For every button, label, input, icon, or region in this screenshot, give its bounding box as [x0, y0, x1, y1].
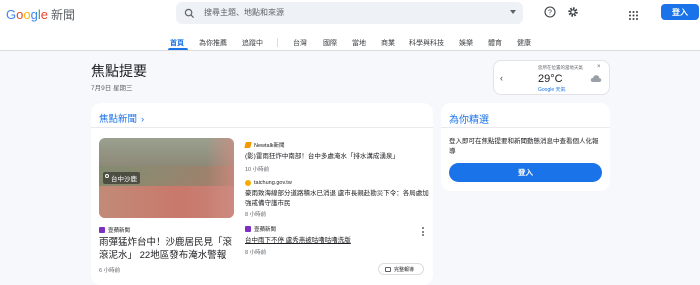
article-time: 8 小時前: [245, 212, 267, 218]
article-source: 壹蘋新聞: [245, 225, 276, 233]
logo-letter: g: [30, 6, 38, 22]
tab-sports[interactable]: 體育: [488, 38, 502, 48]
article-title[interactable]: (影)雷雨狂炸中南部！台中多處淹水「排水溝成湧泉」: [245, 152, 430, 162]
image-location-text: 台中沙鹿: [111, 176, 137, 183]
article-source-name: Newtalk新聞: [254, 143, 285, 149]
apps-grid-icon[interactable]: [629, 7, 638, 25]
tab-following[interactable]: 追蹤中: [242, 38, 263, 48]
help-icon[interactable]: ?: [544, 5, 556, 23]
tab-for-you[interactable]: 為你推薦: [199, 38, 227, 48]
tab-scitech[interactable]: 科學與科技: [409, 38, 444, 48]
picks-description: 登入即可在焦點提要和新聞動態消息中查看個人化報導: [449, 138, 599, 155]
image-location-tag: 台中沙鹿: [103, 172, 140, 184]
full-coverage-button[interactable]: 完整報導: [378, 263, 424, 275]
card-divider: [441, 127, 610, 128]
page-title: 焦點提要: [91, 63, 147, 79]
article-source-name: taichung.gov.tw: [254, 180, 292, 186]
top-stories-title: 焦點新聞: [99, 114, 138, 125]
picks-for-you-card: 為你精選 登入即可在焦點提要和新聞動態消息中查看個人化報導 登入: [441, 103, 610, 191]
search-placeholder: 搜尋主題、地點和來源: [204, 8, 284, 17]
chevron-down-icon[interactable]: [510, 10, 516, 14]
hero-image[interactable]: 台中沙鹿: [99, 138, 234, 218]
weather-temperature: 29°C: [538, 73, 563, 85]
nextapple-logo-icon: [245, 226, 251, 232]
cloud-icon: [590, 70, 602, 88]
tab-entertainment[interactable]: 娛樂: [459, 38, 473, 48]
taichung-gov-logo-icon: [245, 180, 251, 186]
chevron-right-icon: ›: [141, 114, 145, 125]
article-source-name: 壹蘋新聞: [254, 227, 277, 233]
hero-time: 6 小時前: [99, 268, 121, 274]
logo-letter: o: [16, 6, 24, 22]
newtalk-logo-icon: [244, 142, 252, 148]
hero-source-name: 壹蘋新聞: [108, 228, 131, 234]
svg-text:?: ?: [548, 10, 552, 17]
signin-button[interactable]: 登入: [661, 4, 699, 20]
tab-business[interactable]: 商業: [381, 38, 395, 48]
chevron-left-icon[interactable]: ‹: [500, 73, 503, 83]
picks-signin-button[interactable]: 登入: [449, 163, 602, 182]
tab-taiwan[interactable]: 台灣: [293, 38, 307, 48]
map-pin-icon: [105, 174, 109, 178]
tab-health[interactable]: 健康: [517, 38, 531, 48]
search-input[interactable]: 搜尋主題、地點和來源: [176, 2, 523, 24]
logo-letter: o: [23, 6, 31, 22]
gear-icon[interactable]: [567, 5, 579, 23]
weather-widget[interactable]: ‹ 您所在位置的當地天氣 29°C Google 天氣 ×: [493, 60, 610, 95]
tab-world[interactable]: 國際: [323, 38, 337, 48]
nextapple-logo-icon: [99, 227, 105, 233]
page-date: 7月9日 星期三: [91, 85, 133, 92]
article-source: Newtalk新聞: [244, 141, 285, 149]
top-stories-heading[interactable]: 焦點新聞 ›: [99, 111, 144, 125]
image-edge: [206, 138, 234, 218]
close-icon[interactable]: ×: [597, 64, 601, 70]
tab-local[interactable]: 當地: [352, 38, 366, 48]
header-divider: [0, 50, 700, 51]
hero-headline[interactable]: 雨彈猛炸台中！沙鹿居民見「滾滾泥水」 22地區發布淹水警報: [99, 236, 239, 262]
google-news-logo[interactable]: Google 新聞: [6, 5, 75, 23]
article-source: taichung.gov.tw: [245, 180, 292, 186]
topic-nav: 首頁 為你推薦 追蹤中 台灣 國際 當地 商業 科學與科技 娛樂 體育 健康: [0, 32, 700, 50]
search-icon[interactable]: [184, 6, 195, 24]
card-divider: [91, 127, 433, 128]
tab-home[interactable]: 首頁: [170, 38, 184, 48]
article-time: 10 小時前: [245, 167, 270, 173]
logo-letter: G: [6, 6, 17, 22]
hero-source: 壹蘋新聞: [99, 226, 130, 234]
weather-source-link[interactable]: Google 天氣: [538, 86, 566, 93]
top-stories-card: 焦點新聞 › 台中沙鹿 壹蘋新聞 雨彈猛炸台中！沙鹿居民見「滾滾泥水」 22地區發…: [91, 103, 433, 285]
logo-suffix: 新聞: [50, 7, 75, 22]
full-coverage-label: 完整報導: [394, 266, 415, 273]
more-options-icon[interactable]: [422, 227, 424, 238]
weather-caption: 您所在位置的當地天氣: [538, 65, 583, 70]
picks-title: 為你精選: [449, 115, 489, 126]
logo-letter: e: [40, 6, 48, 22]
article-title[interactable]: 豪雨致海線部分道路積水已消退 盧市長親赴勘災下令：各局處加強戒備守護市民: [245, 189, 430, 208]
full-coverage-icon: [385, 266, 391, 272]
article-time: 8 小時前: [245, 250, 267, 256]
article-title[interactable]: 台中雨下不停 盧秀燕被咕嚕咕嚕洗版: [245, 236, 430, 246]
top-bar: Google 新聞 搜尋主題、地點和來源 ? 登入 首頁 為你推薦 追蹤中 台灣…: [0, 0, 700, 50]
nav-divider: [277, 38, 278, 47]
